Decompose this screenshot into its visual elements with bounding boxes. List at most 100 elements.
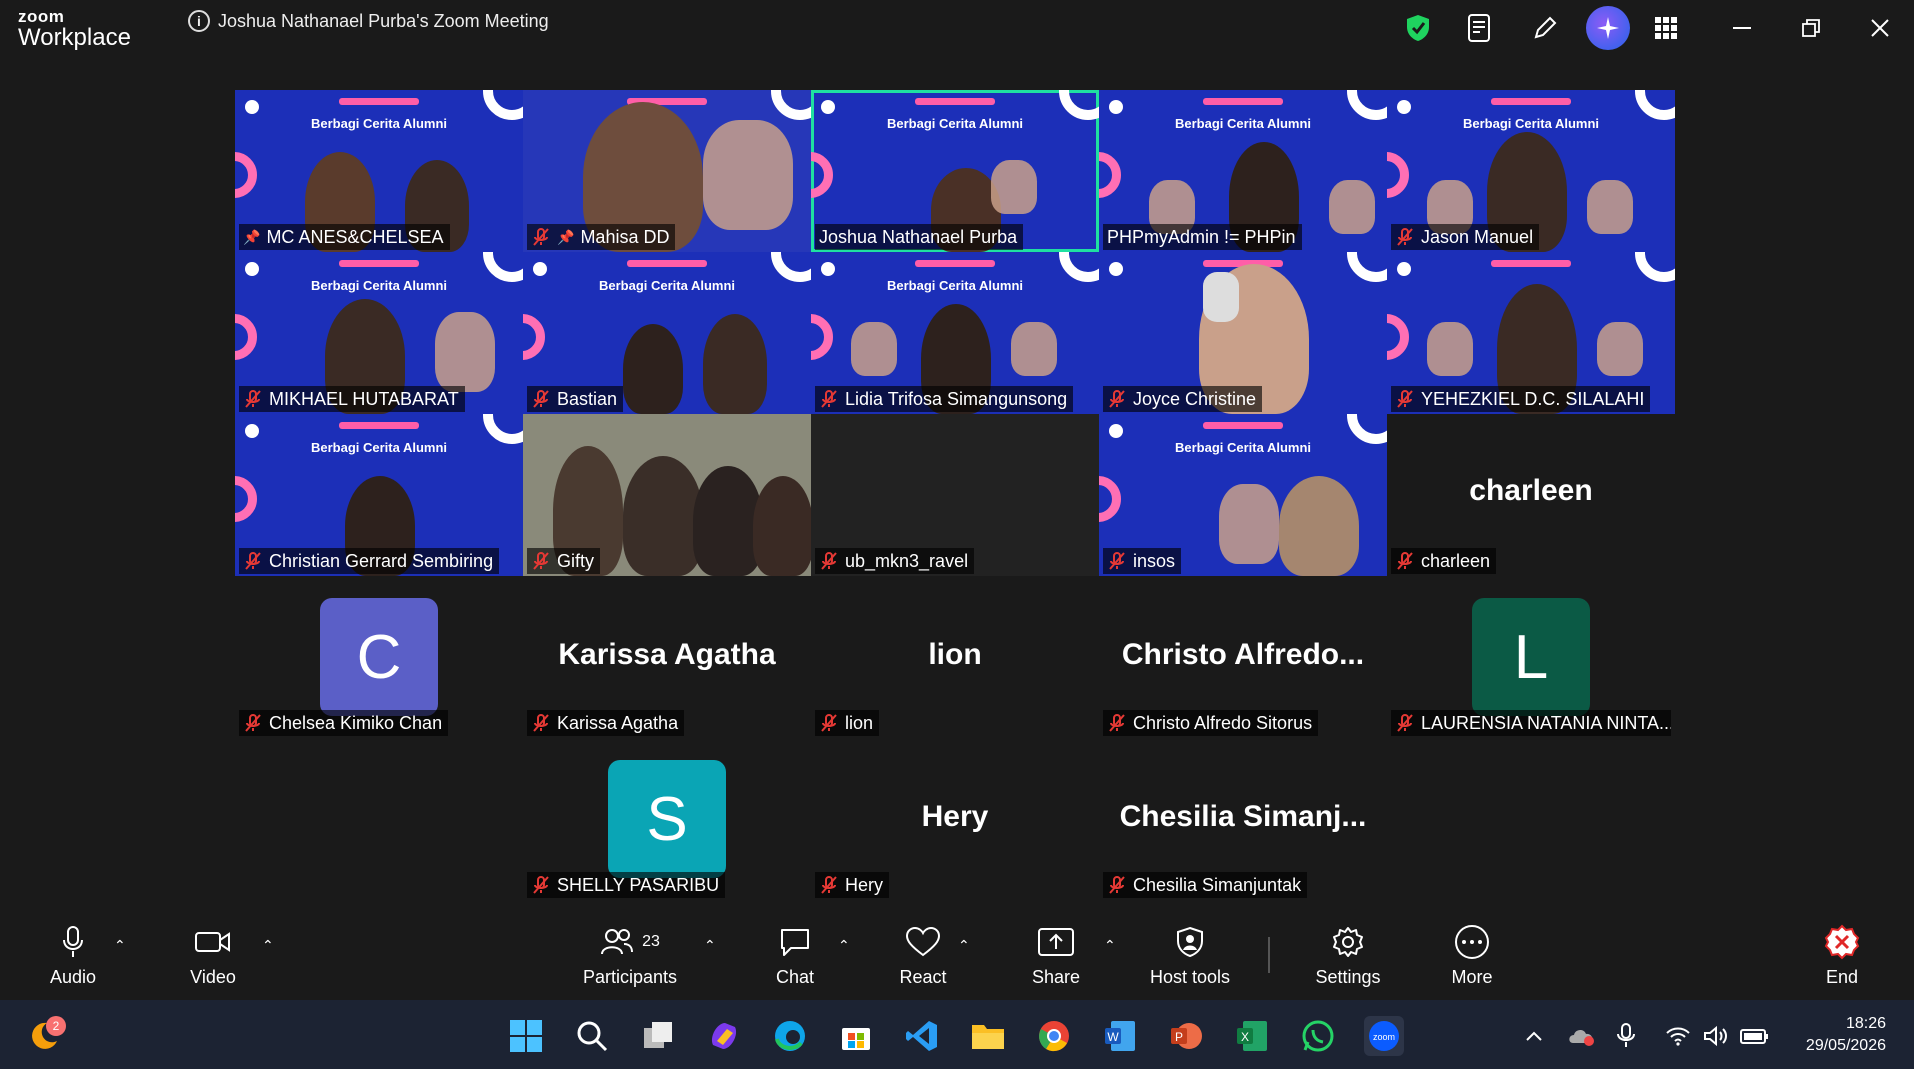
chat-button[interactable]: Chat — [770, 925, 820, 995]
tray-chevron-up-icon[interactable] — [1514, 1016, 1554, 1056]
mic-muted-icon — [1397, 714, 1413, 732]
logo-workplace: Workplace — [18, 24, 131, 51]
vscode-icon[interactable] — [902, 1016, 942, 1056]
video-tile[interactable]: Berbagi Cerita Alumni Jason Manuel — [1387, 90, 1675, 252]
video-button[interactable]: Video — [186, 925, 240, 995]
onedrive-icon[interactable] — [1562, 1016, 1602, 1056]
microphone-in-use-icon[interactable] — [1608, 1016, 1648, 1056]
restore-icon[interactable] — [1793, 10, 1829, 46]
pin-icon: 📌 — [243, 228, 261, 245]
name-only-tile[interactable]: Chesilia Simanj... Chesilia Simanjuntak — [1099, 738, 1387, 900]
participant-display-name: Karissa Agatha — [558, 638, 776, 671]
video-tile[interactable]: Berbagi Cerita Alumni Christian Gerrard … — [235, 414, 523, 576]
settings-button[interactable]: Settings — [1310, 925, 1386, 995]
weather-widget-icon[interactable]: 2 — [24, 1016, 66, 1056]
minimize-icon[interactable] — [1724, 10, 1760, 46]
react-button[interactable]: React — [898, 925, 948, 995]
video-tile[interactable]: Berbagi Cerita Alumni Bastian — [523, 252, 811, 414]
host-tools-button[interactable]: Host tools — [1145, 925, 1235, 995]
share-options-chevron-up-icon[interactable]: ⌃ — [1104, 937, 1116, 954]
video-tile[interactable]: ub_mkn3_ravel — [811, 414, 1099, 576]
audio-options-chevron-up-icon[interactable]: ⌃ — [114, 937, 126, 954]
participant-name-tag: 📌 MC ANES&CHELSEA — [239, 224, 450, 250]
participant-name-tag: Chelsea Kimiko Chan — [239, 710, 449, 736]
copilot-icon[interactable] — [704, 1016, 744, 1056]
toolbar-divider — [1268, 937, 1270, 973]
participant-name-tag: Joyce Christine — [1103, 386, 1263, 412]
microsoft-store-icon[interactable] — [836, 1016, 876, 1056]
participants-button[interactable]: 23 Participants — [580, 925, 680, 995]
start-windows-icon[interactable] — [506, 1016, 546, 1056]
video-tile[interactable]: Berbagi Cerita Alumni 📌 MC ANES&CHELSEA — [235, 90, 523, 252]
system-clock[interactable]: 18:26 29/05/2026 — [1806, 1013, 1886, 1057]
video-tile[interactable]: Berbagi Cerita Alumni insos — [1099, 414, 1387, 576]
microphone-icon — [61, 925, 85, 959]
video-tile-active-speaker[interactable]: Berbagi Cerita Alumni Joshua Nathanael P… — [811, 90, 1099, 252]
avatar-tile[interactable]: S SHELLY PASARIBU — [523, 738, 811, 900]
svg-text:P: P — [1175, 1030, 1183, 1044]
video-tile[interactable]: YEHEZKIEL D.C. SILALAHI — [1387, 252, 1675, 414]
react-options-chevron-up-icon[interactable]: ⌃ — [958, 937, 970, 954]
volume-icon[interactable] — [1696, 1016, 1736, 1056]
close-icon[interactable] — [1862, 10, 1898, 46]
mic-muted-icon — [1109, 714, 1125, 732]
video-camera-icon — [194, 925, 232, 959]
name-only-tile[interactable]: Hery Hery — [811, 738, 1099, 900]
title-bar: zoom Workplace i Joshua Nathanael Purba'… — [0, 0, 1914, 58]
name-only-tile[interactable]: Karissa Agatha Karissa Agatha — [523, 576, 811, 738]
chat-bubble-icon — [778, 925, 812, 959]
wifi-icon[interactable] — [1658, 1016, 1698, 1056]
info-icon[interactable]: i — [188, 10, 210, 32]
participant-name-tag: YEHEZKIEL D.C. SILALAHI — [1391, 386, 1651, 412]
zoom-taskbar-icon[interactable]: zoom — [1364, 1016, 1404, 1056]
mic-muted-icon — [1397, 552, 1413, 570]
svg-text:W: W — [1107, 1030, 1119, 1044]
file-explorer-icon[interactable] — [968, 1016, 1008, 1056]
chrome-icon[interactable] — [1034, 1016, 1074, 1056]
video-tile[interactable]: 📌 Mahisa DD — [523, 90, 811, 252]
more-button[interactable]: More — [1448, 925, 1496, 995]
participant-name-tag: Christo Alfredo Sitorus — [1103, 710, 1319, 736]
word-icon[interactable]: W — [1100, 1016, 1140, 1056]
avatar: S — [608, 760, 726, 878]
chat-options-chevron-up-icon[interactable]: ⌃ — [838, 937, 850, 954]
end-meeting-button[interactable]: End — [1822, 924, 1862, 995]
video-tile[interactable]: Gifty — [523, 414, 811, 576]
video-tile[interactable]: Joyce Christine — [1099, 252, 1387, 414]
edge-browser-icon[interactable] — [770, 1016, 810, 1056]
participant-name-tag: Chesilia Simanjuntak — [1103, 872, 1308, 898]
shield-icon[interactable] — [1400, 10, 1436, 46]
video-tile[interactable]: Berbagi Cerita Alumni MIKHAEL HUTABARAT — [235, 252, 523, 414]
banner-text: Berbagi Cerita Alumni — [598, 278, 736, 293]
name-only-tile[interactable]: charleen charleen — [1387, 414, 1675, 576]
participant-display-name: Chesilia Simanj... — [1119, 800, 1367, 833]
apps-grid-icon[interactable] — [1648, 10, 1684, 46]
name-only-tile[interactable]: lion lion — [811, 576, 1099, 738]
search-icon[interactable] — [572, 1016, 612, 1056]
ai-companion-icon[interactable] — [1586, 6, 1630, 50]
task-view-icon[interactable] — [638, 1016, 678, 1056]
notes-icon[interactable] — [1462, 10, 1498, 46]
meeting-title[interactable]: i Joshua Nathanael Purba's Zoom Meeting — [188, 10, 549, 32]
avatar: C — [320, 598, 438, 716]
avatar: L — [1472, 598, 1590, 716]
mic-muted-icon — [533, 714, 549, 732]
avatar-tile[interactable]: L LAURENSIA NATANIA NINTA... — [1387, 576, 1675, 738]
excel-icon[interactable]: X — [1232, 1016, 1272, 1056]
mic-muted-icon — [1397, 228, 1413, 246]
battery-icon[interactable] — [1734, 1016, 1774, 1056]
name-only-tile[interactable]: Christo Alfredo... Christo Alfredo Sitor… — [1099, 576, 1387, 738]
whatsapp-icon[interactable] — [1298, 1016, 1338, 1056]
video-tile[interactable]: Berbagi Cerita Alumni PHPmyAdmin != PHPi… — [1099, 90, 1387, 252]
avatar-tile[interactable]: C Chelsea Kimiko Chan — [235, 576, 523, 738]
audio-button[interactable]: Audio — [46, 925, 100, 995]
participants-options-chevron-up-icon[interactable]: ⌃ — [704, 937, 716, 954]
powerpoint-icon[interactable]: P — [1166, 1016, 1206, 1056]
zoom-logo: zoom Workplace — [18, 8, 131, 50]
share-button[interactable]: Share — [1030, 925, 1082, 995]
whiteboard-pencil-icon[interactable] — [1527, 10, 1563, 46]
banner-text: Berbagi Cerita Alumni — [886, 278, 1024, 293]
video-options-chevron-up-icon[interactable]: ⌃ — [262, 937, 274, 954]
banner-text: Berbagi Cerita Alumni — [310, 278, 448, 293]
video-tile[interactable]: Berbagi Cerita Alumni Lidia Trifosa Sima… — [811, 252, 1099, 414]
